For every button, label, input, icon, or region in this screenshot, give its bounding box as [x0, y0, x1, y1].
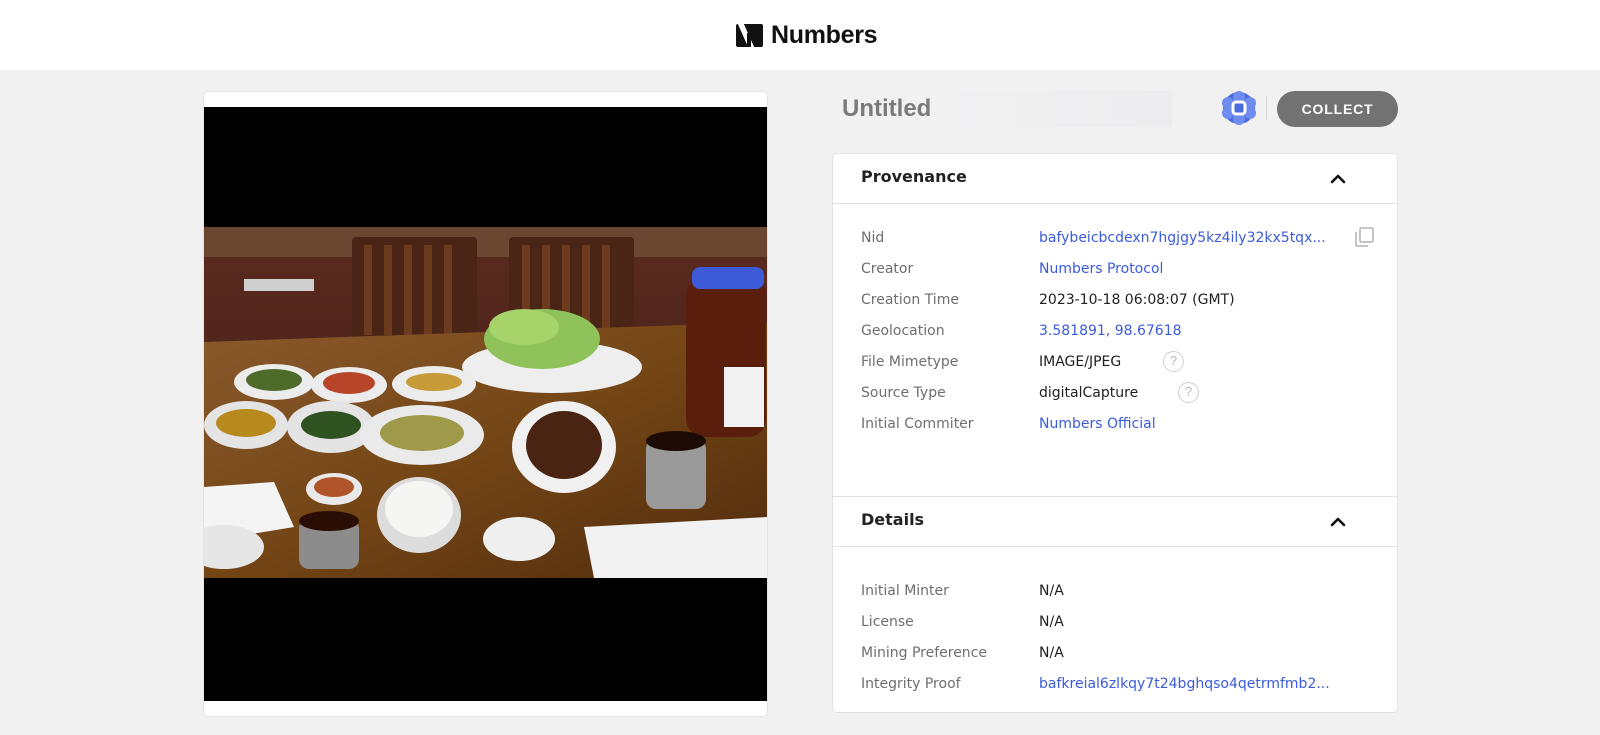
row-value: 2023-10-18 06:08:07 (GMT): [1039, 292, 1235, 308]
row-label: Creation Time: [861, 292, 959, 308]
details-row-integrity-proof: Integrity Proof bafkreial6zlkqy7t24bghqs…: [861, 674, 1381, 694]
details-row-mining-preference: Mining Preference N/A: [861, 643, 1381, 663]
row-label: Creator: [861, 261, 914, 277]
details-panel: Details Initial Minter N/A License N/A M…: [832, 496, 1398, 713]
integrity-proof-link[interactable]: bafkreial6zlkqy7t24bghqso4qetrmfmb2...: [1039, 674, 1330, 694]
nid-link[interactable]: bafybeicbcdexn7hgjgy5kz4ily32kx5tqx...: [1039, 228, 1326, 248]
provenance-row-geolocation: Geolocation 3.581891, 98.67618: [861, 321, 1381, 341]
numbers-protocol-badge-icon[interactable]: [1222, 91, 1256, 125]
row-label: File Mimetype: [861, 354, 959, 370]
copy-icon[interactable]: [1352, 225, 1376, 249]
row-label: Mining Preference: [861, 645, 987, 661]
asset-photo[interactable]: [204, 227, 767, 578]
top-bar: Numbers: [0, 0, 1600, 70]
geolocation-link[interactable]: 3.581891, 98.67618: [1039, 321, 1182, 341]
provenance-row-file-mimetype: File Mimetype IMAGE/JPEG ?: [861, 351, 1381, 372]
provenance-row-nid: Nid bafybeicbcdexn7hgjgy5kz4ily32kx5tqx.…: [861, 225, 1381, 249]
details-row-initial-minter: Initial Minter N/A: [861, 581, 1381, 601]
provenance-header[interactable]: Provenance: [833, 154, 1397, 204]
creator-link[interactable]: Numbers Protocol: [1039, 259, 1163, 279]
numbers-logo-icon: [736, 23, 763, 47]
initial-commiter-link[interactable]: Numbers Official: [1039, 414, 1156, 434]
help-icon[interactable]: ?: [1178, 382, 1199, 403]
row-label: Nid: [861, 230, 885, 246]
provenance-panel: Provenance Nid bafybeicbcdexn7hgjgy5kz4i…: [832, 153, 1398, 497]
row-value: N/A: [1039, 614, 1064, 630]
provenance-row-initial-commiter: Initial Commiter Numbers Official: [861, 414, 1381, 434]
row-label: Source Type: [861, 385, 946, 401]
asset-image-card: [203, 91, 768, 717]
provenance-row-creator: Creator Numbers Protocol: [861, 259, 1381, 279]
row-value: N/A: [1039, 583, 1064, 599]
asset-title: Untitled: [842, 91, 1172, 127]
row-label: Integrity Proof: [861, 676, 961, 692]
details-title: Details: [861, 510, 925, 529]
asset-image-frame: [204, 107, 767, 701]
provenance-row-source-type: Source Type digitalCapture ?: [861, 382, 1381, 403]
help-icon[interactable]: ?: [1163, 351, 1184, 372]
row-value: digitalCapture: [1039, 385, 1139, 401]
brand-name: Numbers: [771, 20, 878, 49]
details-header[interactable]: Details: [833, 497, 1397, 547]
chevron-up-icon[interactable]: [1327, 511, 1349, 533]
provenance-row-creation-time: Creation Time 2023-10-18 06:08:07 (GMT): [861, 290, 1381, 310]
collect-button[interactable]: COLLECT: [1277, 91, 1398, 127]
numbers-logo[interactable]: Numbers: [736, 20, 878, 50]
provenance-title: Provenance: [861, 167, 967, 186]
row-label: Initial Commiter: [861, 416, 974, 432]
details-row-license: License N/A: [861, 612, 1381, 632]
row-value: N/A: [1039, 645, 1064, 661]
row-value: IMAGE/JPEG: [1039, 354, 1122, 370]
row-label: Geolocation: [861, 323, 945, 339]
row-label: Initial Minter: [861, 583, 949, 599]
chevron-up-icon[interactable]: [1327, 168, 1349, 190]
header-divider: [1266, 96, 1267, 120]
row-label: License: [861, 614, 914, 630]
